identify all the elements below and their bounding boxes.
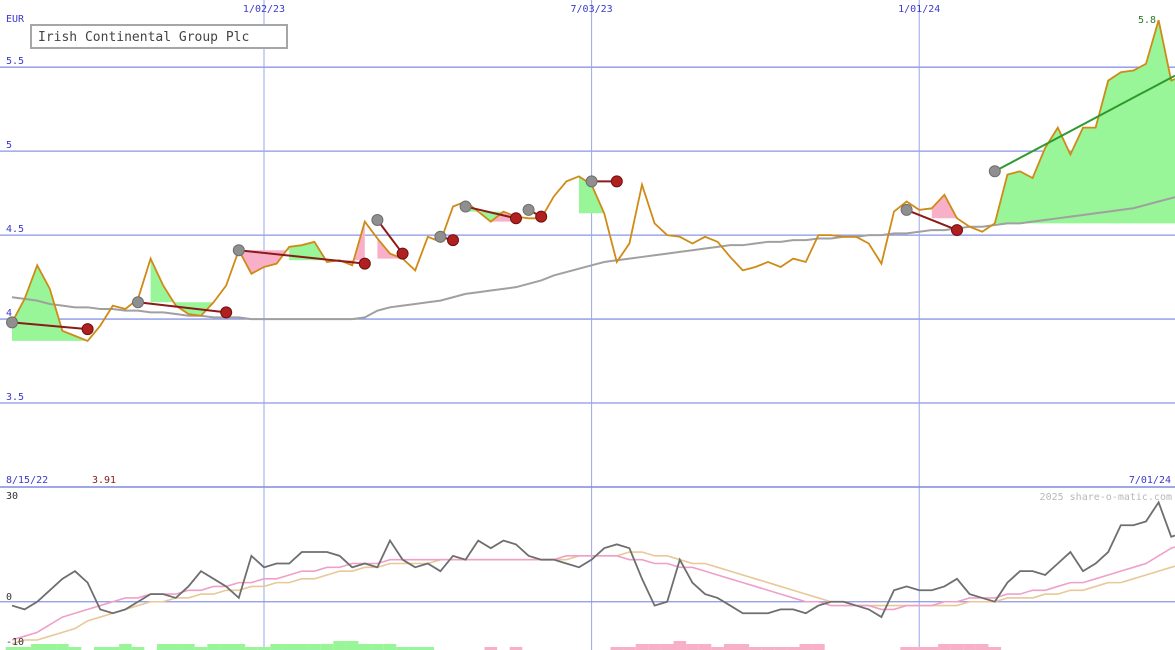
- trend-end-marker: [510, 212, 522, 225]
- trend-end-marker: [81, 323, 94, 336]
- trend-start-marker: [585, 175, 598, 188]
- negative-bar: [686, 644, 699, 650]
- signal-line-slow: [11, 551, 1175, 645]
- trend-end-marker: [220, 306, 233, 319]
- start-date-label: 8/15/22: [6, 475, 48, 486]
- y-tick-label: 4: [6, 308, 12, 319]
- chart-title-box: Irish Continental Group Plc: [30, 24, 288, 49]
- negative-bar: [698, 644, 712, 650]
- positive-bar: [270, 644, 283, 650]
- trend-end-marker: [610, 175, 623, 188]
- negative-bar: [648, 644, 661, 650]
- x-tick-label: 1/02/23: [243, 4, 285, 15]
- positive-bar: [207, 644, 220, 650]
- down-fill: [931, 194, 957, 219]
- stock-chart-area: 5.5 5 4.5 4 3.5 1/02/23 7/03/23 1/01/24 EUR Iri…: [0, 0, 1175, 650]
- trend-start-marker: [371, 213, 384, 226]
- y-tick-label: 5: [6, 140, 12, 151]
- negative-bar: [660, 644, 674, 650]
- lower-y-tick-label: 0: [6, 592, 12, 603]
- trend-end-marker: [535, 210, 548, 223]
- negative-bar: [938, 644, 951, 650]
- positive-bar: [295, 644, 309, 650]
- end-date-label: 7/01/24: [1129, 475, 1171, 486]
- positive-bar: [56, 644, 69, 650]
- negative-bar: [736, 644, 750, 650]
- positive-bar: [320, 644, 334, 650]
- positive-bar: [371, 644, 384, 650]
- positive-bar: [156, 644, 170, 650]
- watermark: 2025 share-o-matic.com: [1040, 492, 1172, 503]
- positive-bar: [219, 644, 233, 650]
- positive-bar: [358, 644, 372, 650]
- trend-start-marker: [232, 244, 245, 257]
- positive-bar: [169, 644, 183, 650]
- positive-bar: [30, 644, 44, 650]
- negative-bar: [673, 641, 687, 650]
- down-fill: [339, 221, 365, 266]
- lower-y-tick-label: -10: [6, 637, 24, 648]
- positive-bar: [282, 644, 296, 650]
- upper-axis-ticks: 5.5 5 4.5 4 3.5 1/02/23 7/03/23 1/01/24: [6, 4, 940, 403]
- positive-bar: [383, 644, 397, 650]
- positive-bar: [308, 644, 321, 650]
- lower-y-tick-label: 30: [6, 491, 18, 502]
- x-tick-label: 1/01/24: [898, 4, 940, 15]
- negative-bar: [963, 644, 976, 650]
- trend-end-marker: [396, 247, 409, 260]
- y-tick-label: 5.5: [6, 56, 24, 67]
- negative-bar: [723, 644, 737, 650]
- negative-bar: [950, 644, 964, 650]
- trend-start-marker: [459, 200, 472, 213]
- y-tick-label: 3.5: [6, 392, 24, 403]
- positive-bar: [182, 644, 195, 650]
- positive-bar: [43, 644, 57, 650]
- positive-bar: [333, 641, 346, 650]
- start-value-label: 3.91: [92, 475, 116, 486]
- positive-bar: [119, 644, 132, 650]
- lower-axis-ticks: 30 0 -10: [6, 491, 24, 648]
- currency-label: EUR: [6, 14, 25, 25]
- positive-bar: [345, 641, 359, 650]
- negative-bar: [635, 644, 649, 650]
- trend-end-marker: [358, 257, 371, 270]
- negative-bar: [799, 644, 813, 650]
- trend-start-marker: [434, 230, 447, 243]
- trend-end-marker: [447, 234, 459, 247]
- negative-bar: [975, 644, 989, 650]
- y-tick-label: 4.5: [6, 224, 24, 235]
- upper-grid: [0, 0, 1175, 650]
- trend-end-marker: [951, 224, 963, 237]
- trend-start-marker: [132, 296, 144, 309]
- trend-start-marker: [522, 203, 535, 216]
- up-fill: [994, 20, 1175, 224]
- trend-start-marker: [900, 203, 913, 216]
- trend-start-marker: [988, 165, 1001, 178]
- chart-title: Irish Continental Group Plc: [38, 30, 249, 45]
- lower-series: [11, 500, 1175, 645]
- momentum-bars: [5, 641, 1002, 650]
- positive-bar: [232, 644, 246, 650]
- negative-bar: [812, 644, 825, 650]
- end-value-label: 5.8: [1138, 15, 1156, 26]
- x-tick-label: 7/03/23: [571, 4, 613, 15]
